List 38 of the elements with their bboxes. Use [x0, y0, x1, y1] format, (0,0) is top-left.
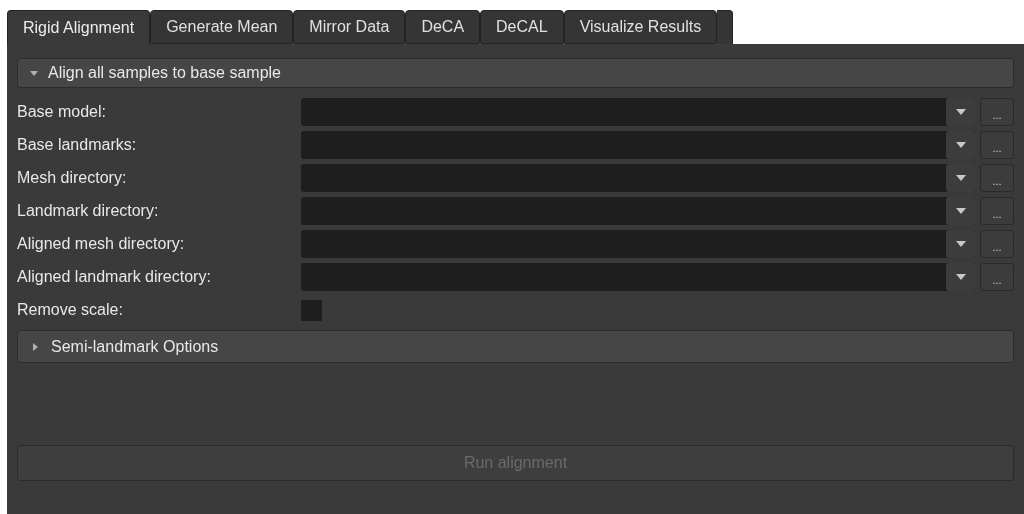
subsection-title: Semi-landmark Options — [51, 336, 219, 357]
browse-button[interactable]: ... — [980, 197, 1014, 225]
dropdown-arrow-icon — [956, 142, 966, 148]
path-combo-field[interactable] — [301, 98, 976, 126]
browse-button[interactable]: ... — [980, 263, 1014, 291]
checkbox[interactable] — [301, 299, 322, 321]
tab[interactable]: DeCA — [405, 10, 481, 44]
path-combo-field[interactable] — [301, 164, 976, 192]
field-label: Landmark directory: — [17, 201, 160, 221]
caret-icon — [30, 69, 38, 77]
field-label: Base landmarks: — [17, 135, 138, 155]
field-label: Mesh directory: — [17, 168, 128, 188]
browse-button[interactable]: ... — [980, 131, 1014, 159]
dropdown-arrow-icon — [956, 109, 966, 115]
section-title: Align all samples to base sample — [48, 63, 281, 83]
tab[interactable]: Visualize Results — [563, 10, 718, 44]
dropdown-arrow-icon — [956, 274, 966, 280]
browse-button[interactable]: ... — [980, 230, 1014, 258]
field-label: Base model: — [17, 102, 107, 122]
tab[interactable]: Mirror Data — [293, 10, 406, 44]
browse-button[interactable]: ... — [980, 98, 1014, 126]
path-combo-field[interactable] — [301, 131, 976, 159]
tab[interactable]: Generate Mean — [150, 10, 294, 44]
dropdown-arrow-icon — [956, 208, 966, 214]
field-label: Aligned landmark directory: — [17, 267, 212, 287]
tab[interactable]: DeCAL — [480, 10, 564, 44]
subsection-header[interactable]: Semi-landmark Options — [17, 330, 1014, 363]
section-header[interactable]: Align all samples to base sample — [17, 58, 1014, 88]
field-label: Remove scale: — [17, 300, 124, 320]
dropdown-arrow-icon — [956, 241, 966, 247]
dropdown-arrow-icon — [956, 175, 966, 181]
caret-icon — [31, 342, 39, 351]
path-combo-field[interactable] — [301, 230, 976, 258]
tab[interactable]: Rigid Alignment — [7, 10, 151, 44]
field-label: Aligned mesh directory: — [17, 234, 186, 254]
path-combo-field[interactable] — [301, 263, 976, 291]
path-combo-field[interactable] — [301, 197, 976, 225]
browse-button[interactable]: ... — [980, 164, 1014, 192]
